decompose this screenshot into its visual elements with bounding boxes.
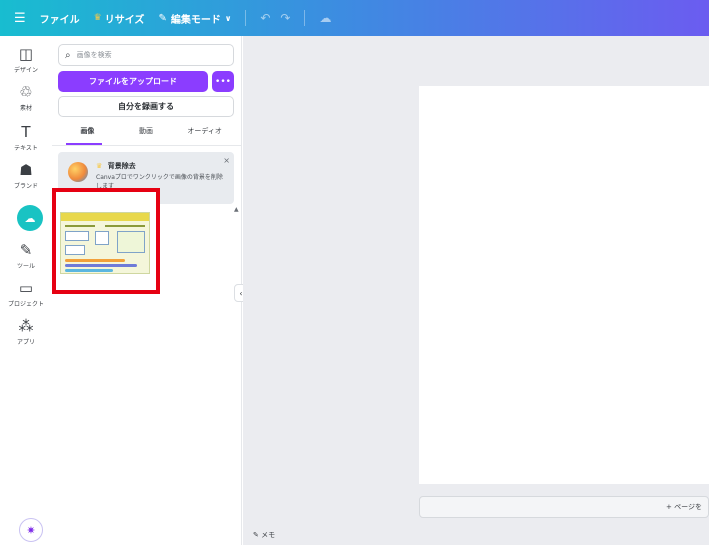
redo-button[interactable]: ↷ [280, 11, 290, 25]
rail-item-apps[interactable]: ⁂ アプリ [0, 318, 52, 346]
close-promo-button[interactable]: × [223, 156, 230, 165]
apps-icon: ⁂ [18, 317, 34, 335]
top-toolbar: ☰ ファイル ♛ リサイズ ✎ 編集モード ∨ ↶ ↷ ☁ [0, 0, 709, 36]
record-yourself-button[interactable]: 自分を録画する [58, 96, 234, 117]
undo-button[interactable]: ↶ [260, 11, 270, 25]
crown-icon: ♛ [96, 162, 103, 170]
thumbnail-box [117, 231, 145, 253]
thumbnail-stripe [65, 259, 125, 262]
tabs-divider [52, 145, 242, 146]
chevron-down-icon: ∨ [224, 13, 232, 23]
rail-item-label: プロジェクト [7, 301, 44, 308]
file-menu-label: ファイル [39, 14, 80, 26]
resize-button[interactable]: ♛ リサイズ [94, 0, 145, 36]
tab-images[interactable]: 画像 [58, 124, 117, 144]
side-rail: ◫ デザイン ♲ 素材 T テキスト ☗ ブランド ☁ ✎ ツール ▭ プロジェ… [0, 36, 52, 545]
promo-icon [68, 162, 88, 182]
thumbnail-stripe [65, 264, 137, 267]
toolbar-divider [245, 10, 247, 26]
rail-item-elements[interactable]: ♲ 素材 [0, 84, 52, 112]
rail-item-tools[interactable]: ✎ ツール [0, 242, 52, 270]
toolbar-divider [304, 10, 306, 26]
notes-button[interactable]: ✎ メモ [253, 530, 275, 540]
pencil-icon: ✎ [158, 12, 167, 24]
design-icon: ◫ [18, 45, 34, 63]
rail-item-text[interactable]: T テキスト [0, 124, 52, 152]
design-page[interactable] [419, 86, 709, 484]
undo-icon: ↶ [260, 11, 271, 25]
promo-title-text: 背景除去 [107, 162, 136, 170]
thumbnail-stripe [65, 269, 113, 272]
rail-item-design[interactable]: ◫ デザイン [0, 46, 52, 74]
thumbnail-text-line [65, 225, 95, 227]
magic-assistant-button[interactable]: ✷ [19, 518, 43, 542]
crown-icon: ♛ [93, 13, 102, 23]
hamburger-icon: ☰ [14, 10, 26, 26]
notes-label: メモ [261, 531, 276, 539]
folder-icon: ▭ [18, 279, 34, 297]
rail-item-brand[interactable]: ☗ ブランド [0, 162, 52, 190]
canvas-area: + ページを ✎ メモ [243, 36, 709, 545]
rail-item-projects[interactable]: ▭ プロジェクト [0, 280, 52, 308]
resize-label: リサイズ [104, 14, 145, 26]
thumbnail-box [65, 245, 85, 255]
elements-icon: ♲ [19, 83, 33, 101]
more-options-button[interactable]: ••• [212, 71, 234, 92]
rail-item-label: テキスト [14, 145, 38, 152]
media-tabs: 画像 動画 オーディオ [58, 124, 234, 144]
hamburger-menu-button[interactable]: ☰ [14, 0, 26, 36]
cloud-save-button[interactable]: ☁ [319, 11, 331, 25]
rail-item-label: 素材 [19, 105, 32, 112]
rail-item-label: デザイン [13, 67, 38, 74]
rail-item-uploads[interactable]: ☁ [17, 205, 43, 231]
thumbnail-header-bar [61, 213, 149, 221]
brand-icon: ☗ [19, 161, 33, 179]
tab-videos[interactable]: 動画 [117, 124, 176, 144]
sparkle-icon: ✷ [26, 523, 36, 537]
thumbnail-box [65, 231, 89, 241]
scroll-up-arrow[interactable]: ▲ [234, 206, 239, 213]
search-placeholder: 画像を検索 [76, 51, 112, 59]
rail-item-label: ブランド [13, 183, 38, 190]
highlighted-upload-thumbnail[interactable] [52, 188, 160, 294]
text-icon: T [21, 123, 31, 141]
thumbnail-text-line [105, 225, 145, 227]
search-icon: ⌕ [65, 49, 71, 61]
notes-icon: ✎ [253, 531, 259, 539]
search-input[interactable]: ⌕ 画像を検索 [58, 44, 234, 66]
redo-icon: ↷ [280, 11, 291, 25]
file-menu-button[interactable]: ファイル [40, 0, 80, 36]
upload-file-button[interactable]: ファイルをアップロード [58, 71, 208, 92]
draw-icon: ✎ [19, 241, 33, 259]
uploaded-image-thumbnail[interactable] [60, 212, 150, 274]
rail-item-label: アプリ [16, 339, 35, 346]
cloud-save-icon: ☁ [319, 11, 332, 25]
add-page-button[interactable]: + ページを [419, 496, 709, 518]
edit-mode-label: 編集モード [170, 14, 221, 26]
tab-audio[interactable]: オーディオ [175, 124, 234, 144]
edit-mode-button[interactable]: ✎ 編集モード ∨ [158, 0, 231, 36]
rail-item-label: ツール [16, 263, 35, 270]
uploads-panel: ⌕ 画像を検索 ファイルをアップロード ••• 自分を録画する 画像 動画 オー… [52, 36, 242, 545]
thumbnail-box [95, 231, 109, 245]
promo-title: ♛ 背景除去 [96, 161, 136, 171]
cloud-upload-icon: ☁ [24, 211, 36, 225]
